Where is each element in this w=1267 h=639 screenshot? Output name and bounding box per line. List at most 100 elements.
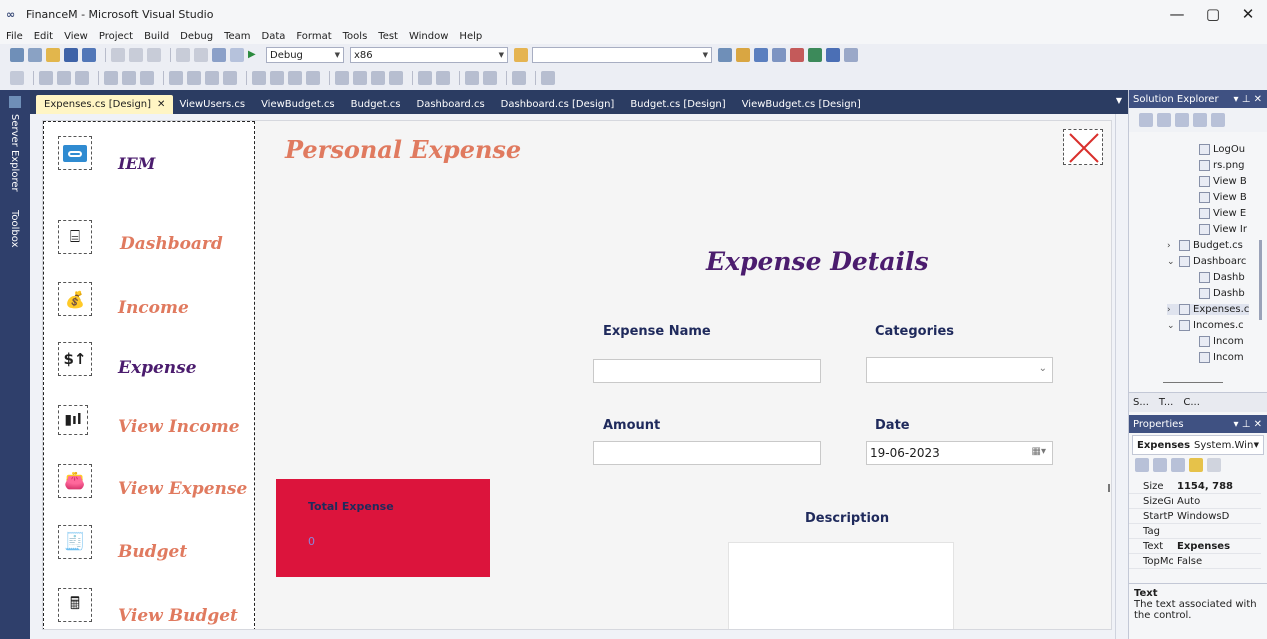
- tab-budget-cs[interactable]: Budget.cs: [345, 99, 411, 114]
- tree-item[interactable]: LogOu: [1199, 144, 1245, 155]
- find-icon[interactable]: [230, 48, 244, 62]
- platform-dropdown[interactable]: x86 ▼: [350, 47, 508, 63]
- categorized-icon[interactable]: [1135, 458, 1149, 472]
- increase-hspacing-icon[interactable]: [270, 71, 284, 85]
- menu-view[interactable]: View: [64, 31, 88, 42]
- save-all-icon[interactable]: [82, 48, 96, 62]
- redo-icon[interactable]: [194, 48, 208, 62]
- home-icon[interactable]: [1139, 113, 1153, 127]
- tree-item[interactable]: View Ir: [1199, 224, 1247, 235]
- nav-view-budget[interactable]: 🖩 View Budget: [58, 588, 253, 628]
- property-row[interactable]: Size 1154, 788: [1129, 479, 1261, 494]
- toolbox-tab[interactable]: Toolbox: [9, 210, 20, 248]
- paste-icon[interactable]: [147, 48, 161, 62]
- send-to-back-icon[interactable]: [483, 71, 497, 85]
- object-selector[interactable]: Expenses System.Win ▼: [1132, 435, 1264, 455]
- tab-viewbudget-design[interactable]: ViewBudget.cs [Design]: [736, 99, 871, 114]
- date-picker[interactable]: 19-06-2023 ▦▾: [866, 441, 1053, 465]
- expenses-form[interactable]: IEM ⌸ Dashboard 💰 Income $↑ Expense ▮ıl …: [42, 120, 1112, 630]
- menu-edit[interactable]: Edit: [34, 31, 53, 42]
- search-combo[interactable]: ▼: [532, 47, 712, 63]
- menu-data[interactable]: Data: [262, 31, 286, 42]
- menu-window[interactable]: Window: [409, 31, 448, 42]
- description-textarea[interactable]: [728, 542, 954, 629]
- pin-close-icon[interactable]: ▾ ⊥ ✕: [1234, 94, 1262, 105]
- expand-icon[interactable]: ›: [1167, 305, 1179, 315]
- tree-item[interactable]: rs.png: [1199, 160, 1245, 171]
- horizontal-spacing-icon[interactable]: [252, 71, 266, 85]
- tab-viewbudget-cs[interactable]: ViewBudget.cs: [255, 99, 345, 114]
- categories-select[interactable]: ⌄: [866, 357, 1053, 383]
- property-row[interactable]: Tag: [1129, 524, 1261, 539]
- alphabetical-icon[interactable]: [1153, 458, 1167, 472]
- events-icon[interactable]: [1189, 458, 1203, 472]
- object-browser-icon[interactable]: [736, 48, 750, 62]
- collapse-all-icon[interactable]: [1193, 113, 1207, 127]
- server-explorer-toolbar-icon[interactable]: [826, 48, 840, 62]
- remove-hspacing-icon[interactable]: [306, 71, 320, 85]
- tab-solution-explorer[interactable]: S...: [1133, 397, 1149, 408]
- tree-item[interactable]: Dashb: [1199, 272, 1245, 283]
- size-to-grid-icon[interactable]: [223, 71, 237, 85]
- pin-close-icon[interactable]: ▾ ⊥ ✕: [1234, 419, 1262, 430]
- minimize-button[interactable]: —: [1162, 4, 1192, 24]
- lock-controls-icon[interactable]: [541, 71, 555, 85]
- tab-team-explorer[interactable]: T...: [1159, 397, 1173, 408]
- nav-income[interactable]: 💰 Income: [58, 282, 253, 322]
- horizontal-scrollbar[interactable]: [1163, 382, 1223, 383]
- nav-expense[interactable]: $↑ Expense: [58, 342, 253, 382]
- solution-explorer-toolbar-icon[interactable]: [772, 48, 786, 62]
- tree-item[interactable]: › Budget.cs: [1167, 240, 1243, 251]
- property-row[interactable]: SizeGrijAuto: [1129, 494, 1261, 509]
- align-centers-icon[interactable]: [57, 71, 71, 85]
- vertical-spacing-icon[interactable]: [335, 71, 349, 85]
- tree-item[interactable]: Incom: [1199, 352, 1244, 363]
- tree-item-selected[interactable]: › Expenses.c: [1167, 304, 1250, 315]
- align-bottoms-icon[interactable]: [140, 71, 154, 85]
- show-all-files-icon[interactable]: [1211, 113, 1225, 127]
- close-form-button[interactable]: [1063, 129, 1103, 165]
- navigate-icon[interactable]: [212, 48, 226, 62]
- tree-item[interactable]: View B: [1199, 176, 1247, 187]
- decrease-vspacing-icon[interactable]: [371, 71, 385, 85]
- property-pages-icon[interactable]: [1207, 458, 1221, 472]
- tree-item[interactable]: Dashb: [1199, 288, 1245, 299]
- menu-file[interactable]: File: [6, 31, 23, 42]
- menu-debug[interactable]: Debug: [180, 31, 213, 42]
- tab-dashboard-cs[interactable]: Dashboard.cs: [411, 99, 495, 114]
- save-icon[interactable]: [64, 48, 78, 62]
- expense-name-input[interactable]: [593, 359, 821, 383]
- same-width-icon[interactable]: [169, 71, 183, 85]
- refresh-icon[interactable]: [1175, 113, 1189, 127]
- same-size-icon[interactable]: [205, 71, 219, 85]
- tab-budget-design[interactable]: Budget.cs [Design]: [624, 99, 735, 114]
- config-dropdown[interactable]: Debug ▼: [266, 47, 344, 63]
- new-project-icon[interactable]: [10, 48, 24, 62]
- center-vertically-icon[interactable]: [436, 71, 450, 85]
- menu-tools[interactable]: Tools: [343, 31, 368, 42]
- same-height-icon[interactable]: [187, 71, 201, 85]
- team-explorer-icon[interactable]: [808, 48, 822, 62]
- start-debug-icon[interactable]: ▶: [248, 48, 262, 62]
- undo-icon[interactable]: [176, 48, 190, 62]
- tab-class-view[interactable]: C...: [1183, 397, 1200, 408]
- collapse-icon[interactable]: ⌄: [1167, 321, 1179, 331]
- collapse-icon[interactable]: ⌄: [1167, 257, 1179, 267]
- tree-item[interactable]: ⌄ Incomes.c: [1167, 320, 1244, 331]
- property-row[interactable]: StartPoWindowsD: [1129, 509, 1261, 524]
- toolbox-toolbar-icon[interactable]: [754, 48, 768, 62]
- decrease-hspacing-icon[interactable]: [288, 71, 302, 85]
- menu-project[interactable]: Project: [99, 31, 133, 42]
- tab-list-dropdown-icon[interactable]: ▼: [1116, 96, 1122, 105]
- amount-input[interactable]: [593, 441, 821, 465]
- copy-icon[interactable]: [129, 48, 143, 62]
- server-explorer-tab[interactable]: Server Explorer: [9, 114, 20, 192]
- find-in-files-icon[interactable]: [514, 48, 528, 62]
- increase-vspacing-icon[interactable]: [353, 71, 367, 85]
- align-lefts-icon[interactable]: [39, 71, 53, 85]
- tab-expenses-design[interactable]: Expenses.cs [Design] ✕: [36, 95, 174, 114]
- align-to-grid-icon[interactable]: [10, 71, 24, 85]
- menu-format[interactable]: Format: [296, 31, 331, 42]
- properties-toolbar-icon[interactable]: [718, 48, 732, 62]
- open-folder-icon[interactable]: [46, 48, 60, 62]
